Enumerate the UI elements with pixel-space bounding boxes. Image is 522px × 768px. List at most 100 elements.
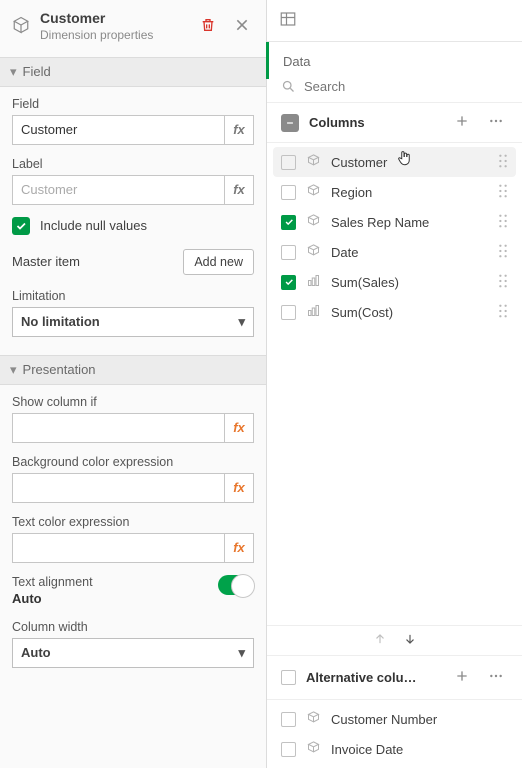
columns-label: Columns <box>309 115 440 130</box>
column-item[interactable]: Invoice Date <box>267 734 522 764</box>
chevron-down-icon: ▾ <box>238 645 245 661</box>
measure-icon <box>306 303 321 321</box>
collapse-columns-button[interactable] <box>281 114 299 132</box>
column-width-select[interactable]: Auto ▾ <box>12 638 254 668</box>
include-null-label: Include null values <box>40 218 147 233</box>
drag-handle[interactable] <box>498 274 508 291</box>
label-fx-button[interactable]: fx <box>224 175 254 205</box>
column-label: Invoice Date <box>331 742 508 757</box>
field-section-body: Field fx Label fx Include null values Ma… <box>0 87 266 355</box>
add-new-button[interactable]: Add new <box>183 249 254 275</box>
search-icon <box>281 79 296 94</box>
move-up-button[interactable] <box>373 632 387 649</box>
panel-header: Customer Dimension properties <box>0 0 266 57</box>
bg-expr-fx-button[interactable]: fx <box>224 473 254 503</box>
column-label: Sum(Sales) <box>331 275 488 290</box>
column-width-label: Column width <box>12 620 254 634</box>
limitation-select[interactable]: No limitation ▾ <box>12 307 254 337</box>
text-align-value: Auto <box>12 591 93 606</box>
text-align-toggle[interactable] <box>218 575 254 595</box>
master-item-label: Master item <box>12 254 80 269</box>
dimension-icon <box>306 183 321 201</box>
cursor-hand-icon <box>395 149 413 170</box>
text-expr-fx-button[interactable]: fx <box>224 533 254 563</box>
column-checkbox[interactable] <box>281 275 296 290</box>
alt-columns-header: Alternative colu… <box>267 655 522 700</box>
dimension-icon <box>306 243 321 261</box>
column-label: Date <box>331 245 488 260</box>
add-alt-column-button[interactable] <box>450 666 474 689</box>
columns-header: Columns <box>267 102 522 143</box>
caret-down-icon: ▾ <box>10 64 17 80</box>
dimension-icon <box>306 710 321 728</box>
close-button[interactable] <box>230 13 254 40</box>
column-checkbox[interactable] <box>281 245 296 260</box>
column-item[interactable]: Region <box>267 177 522 207</box>
column-checkbox[interactable] <box>281 742 296 757</box>
alt-columns-more-button[interactable] <box>484 666 508 689</box>
alt-columns-label: Alternative colu… <box>306 670 440 685</box>
data-tab[interactable]: Data <box>266 42 522 79</box>
delete-button[interactable] <box>196 13 220 40</box>
drag-handle[interactable] <box>498 244 508 261</box>
drag-handle[interactable] <box>498 304 508 321</box>
show-column-if-label: Show column if <box>12 395 254 409</box>
show-column-if-fx-button[interactable]: fx <box>224 413 254 443</box>
column-checkbox[interactable] <box>281 185 296 200</box>
text-expr-label: Text color expression <box>12 515 254 529</box>
column-label: Sales Rep Name <box>331 215 488 230</box>
presentation-section-title: Presentation <box>23 362 96 377</box>
cube-icon <box>12 16 30 37</box>
panel-subtitle: Dimension properties <box>40 28 186 43</box>
dimension-icon <box>306 153 321 171</box>
column-checkbox[interactable] <box>281 215 296 230</box>
drag-handle[interactable] <box>498 154 508 171</box>
column-width-value: Auto <box>21 645 51 660</box>
limitation-value: No limitation <box>21 314 100 329</box>
column-item[interactable]: Sales Rep Name <box>267 207 522 237</box>
text-expr-input[interactable] <box>12 533 224 563</box>
limitation-label: Limitation <box>12 289 254 303</box>
show-column-if-input[interactable] <box>12 413 224 443</box>
add-column-button[interactable] <box>450 111 474 134</box>
chevron-down-icon: ▾ <box>238 314 245 330</box>
move-down-button[interactable] <box>403 632 417 649</box>
column-label: Customer Number <box>331 712 508 727</box>
dimension-properties-panel: Customer Dimension properties ▾ Field Fi… <box>0 0 267 768</box>
column-checkbox[interactable] <box>281 712 296 727</box>
data-panel: Data Columns Customer Region Sales Rep Nam… <box>267 0 522 768</box>
table-icon-header <box>267 0 522 42</box>
reorder-row <box>267 625 522 655</box>
caret-down-icon: ▾ <box>10 362 17 378</box>
measure-icon <box>306 273 321 291</box>
column-item[interactable]: Date <box>267 237 522 267</box>
column-checkbox[interactable] <box>281 305 296 320</box>
field-section-title: Field <box>23 64 51 79</box>
column-label: Region <box>331 185 488 200</box>
column-item[interactable]: Sum(Cost) <box>267 297 522 327</box>
drag-handle[interactable] <box>498 184 508 201</box>
label-input[interactable] <box>12 175 224 205</box>
column-label: Sum(Cost) <box>331 305 488 320</box>
field-label: Field <box>12 97 254 111</box>
bg-expr-label: Background color expression <box>12 455 254 469</box>
text-align-label: Text alignment <box>12 575 93 589</box>
presentation-section-body: Show column if fx Background color expre… <box>0 385 266 686</box>
column-item[interactable]: Sum(Sales) <box>267 267 522 297</box>
label-label: Label <box>12 157 254 171</box>
field-input[interactable] <box>12 115 224 145</box>
field-fx-button[interactable]: fx <box>224 115 254 145</box>
bg-expr-input[interactable] <box>12 473 224 503</box>
columns-more-button[interactable] <box>484 111 508 134</box>
column-checkbox[interactable] <box>281 155 296 170</box>
column-item[interactable]: Customer Number <box>267 704 522 734</box>
drag-handle[interactable] <box>498 214 508 231</box>
field-section-header[interactable]: ▾ Field <box>0 57 266 87</box>
alt-columns-checkbox[interactable] <box>281 670 296 685</box>
column-item[interactable]: Customer <box>273 147 516 177</box>
presentation-section-header[interactable]: ▾ Presentation <box>0 355 266 385</box>
search-row <box>267 79 522 102</box>
include-null-checkbox[interactable] <box>12 217 30 235</box>
dimension-icon <box>306 213 321 231</box>
search-input[interactable] <box>304 79 508 94</box>
